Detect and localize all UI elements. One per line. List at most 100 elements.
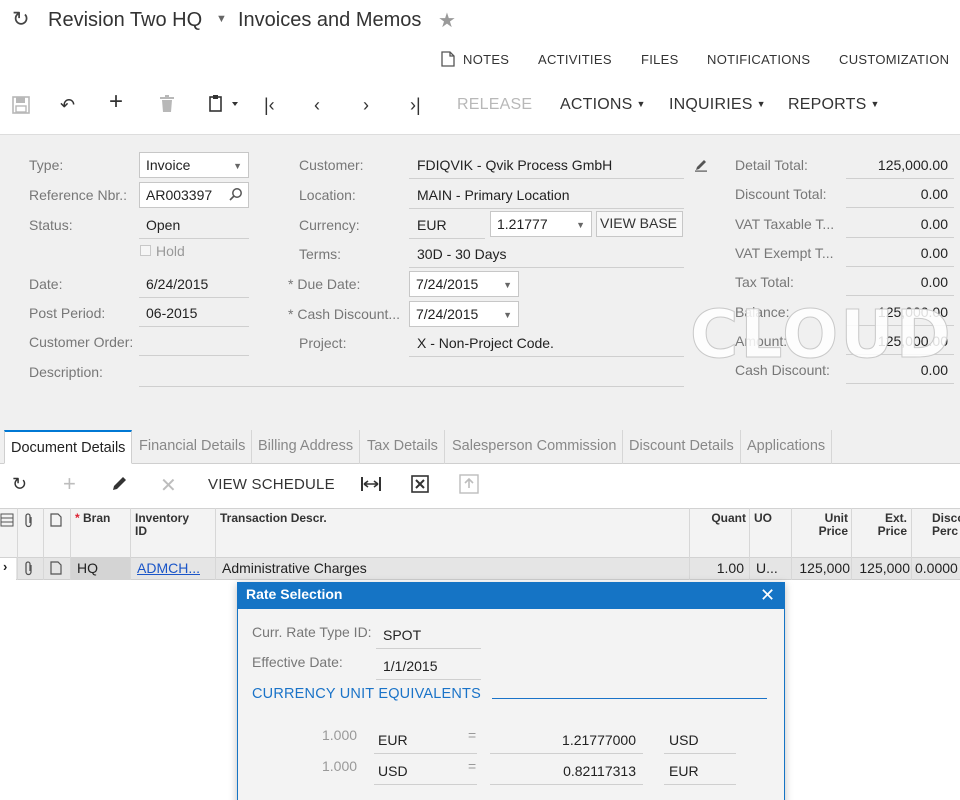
effective-date-value[interactable]: 1/1/2015 [383, 658, 438, 674]
attachment-icon[interactable] [23, 513, 35, 531]
due-date-field[interactable]: 7/24/2015 ▼ [409, 271, 519, 297]
grid-edit-icon[interactable] [111, 476, 129, 495]
terms-value[interactable]: 30D - 30 Days [417, 246, 506, 262]
equiv-qty: 1.000 [322, 727, 358, 743]
column-header-ext-price[interactable]: Ext. Price [852, 512, 907, 538]
divider [846, 237, 954, 238]
tab-tax-details[interactable]: Tax Details [361, 430, 445, 464]
column-header-inventory-id-line-2: ID [135, 524, 147, 538]
actions-menu[interactable]: ACTIONS ▼ [560, 96, 646, 114]
copy-paste-icon[interactable] [208, 95, 238, 116]
fit-columns-icon[interactable] [360, 476, 382, 495]
upload-icon[interactable] [459, 474, 479, 497]
column-header-unit-price-line-2: Price [818, 524, 848, 538]
chevron-down-icon: ▼ [576, 220, 585, 230]
notifications-link[interactable]: NOTIFICATIONS [707, 52, 810, 67]
detail-total-value: 125,000.00 [877, 157, 948, 173]
reports-menu[interactable]: REPORTS ▼ [788, 96, 880, 114]
inquiries-menu[interactable]: INQUIRIES ▼ [669, 96, 766, 114]
status-label: Status: [29, 217, 73, 233]
notes-icon[interactable] [441, 51, 455, 67]
column-header-branch[interactable]: * Bran [75, 512, 110, 525]
column-header-quantity[interactable]: Quant [690, 512, 746, 525]
edit-pencil-icon[interactable] [694, 158, 708, 175]
chevron-down-icon[interactable]: ▼ [216, 13, 227, 25]
location-value[interactable]: MAIN - Primary Location [417, 187, 569, 203]
project-value[interactable]: X - Non-Project Code. [417, 335, 554, 351]
tab-discount-details[interactable]: Discount Details [623, 430, 741, 464]
export-excel-icon[interactable] [411, 475, 429, 496]
required-marker: * [75, 511, 80, 525]
undo-icon[interactable]: ↶ [60, 94, 75, 116]
divider [846, 178, 954, 179]
currency-unit-equivalents-heading: CURRENCY UNIT EQUIVALENTS [252, 686, 481, 702]
cell-uom[interactable]: U... [756, 560, 778, 576]
customer-order-label: Customer Order: [29, 334, 134, 350]
type-select[interactable]: Invoice ▼ [139, 152, 249, 178]
add-icon[interactable]: + [109, 90, 123, 114]
column-header-discount-percent[interactable]: DiscoPerc [932, 512, 960, 538]
row-expand-icon[interactable]: › [3, 559, 7, 574]
cell-inventory-id[interactable]: ADMCH... [137, 560, 200, 576]
column-header-discount-percent-line-1: Disco [932, 511, 960, 525]
favorite-star-icon[interactable]: ★ [438, 8, 456, 33]
row-attachment-icon[interactable] [23, 561, 35, 579]
save-icon[interactable] [12, 96, 30, 117]
tab-billing-address[interactable]: Billing Address [252, 430, 361, 464]
cell-ext-price[interactable]: 125,000 [852, 560, 910, 576]
company-selector[interactable]: Revision Two HQ [48, 9, 202, 32]
cell-branch[interactable]: HQ [77, 560, 98, 576]
last-record-icon[interactable]: ›| [410, 94, 421, 116]
tab-financial-details[interactable]: Financial Details [133, 430, 253, 464]
currency-value[interactable]: EUR [417, 217, 447, 233]
next-record-icon[interactable]: › [363, 94, 369, 116]
column-header-uom[interactable]: UO [754, 512, 772, 525]
grid-refresh-icon[interactable]: ↻ [12, 474, 27, 495]
hold-checkbox[interactable] [140, 245, 151, 256]
release-button[interactable]: RELEASE [457, 96, 532, 114]
tab-salesperson-commission[interactable]: Salesperson Commission [446, 430, 624, 464]
notes-link[interactable]: NOTES [463, 52, 509, 67]
files-link[interactable]: FILES [641, 52, 679, 67]
post-period-value[interactable]: 06-2015 [146, 305, 197, 321]
customer-value[interactable]: FDIQVIK - Qvik Process GmbH [417, 157, 612, 173]
tab-applications[interactable]: Applications [741, 430, 833, 464]
column-header-branch-text: Bran [83, 511, 111, 525]
column-header-transaction-descr[interactable]: Transaction Descr. [220, 512, 327, 525]
equiv-rate-value[interactable]: 0.82117313 [492, 763, 636, 779]
search-icon[interactable] [229, 187, 243, 204]
row-selector-icon[interactable] [0, 513, 14, 530]
delete-icon[interactable] [159, 95, 175, 116]
currency-rate-select[interactable]: 1.21777 ▼ [490, 211, 592, 237]
row-note-icon[interactable] [50, 561, 62, 578]
cell-unit-price[interactable]: 125,000 [792, 560, 850, 576]
equiv-rate-value[interactable]: 1.21777000 [492, 732, 636, 748]
chevron-down-icon: ▼ [503, 310, 512, 320]
column-header-unit-price[interactable]: Unit Price [792, 512, 848, 538]
reference-nbr-field[interactable]: AR003397 [139, 182, 249, 208]
required-marker: * [288, 276, 294, 292]
view-base-button[interactable]: VIEW BASE [596, 211, 683, 237]
customization-link[interactable]: CUSTOMIZATION [839, 52, 949, 67]
date-value[interactable]: 6/24/2015 [146, 276, 208, 292]
cell-quantity[interactable]: 1.00 [690, 560, 744, 576]
chevron-down-icon: ▼ [756, 99, 766, 109]
close-icon[interactable]: ✕ [760, 585, 775, 606]
divider [846, 207, 954, 208]
grid-delete-icon[interactable]: ✕ [160, 473, 177, 498]
refresh-icon[interactable]: ↻ [12, 9, 34, 31]
first-record-icon[interactable]: |‹ [264, 94, 275, 116]
grid-add-icon[interactable]: + [63, 471, 76, 497]
tab-document-details[interactable]: Document Details [4, 430, 133, 464]
previous-record-icon[interactable]: ‹ [314, 94, 320, 116]
divider [139, 238, 249, 239]
view-schedule-button[interactable]: VIEW SCHEDULE [208, 476, 335, 493]
divider [376, 679, 481, 680]
note-icon[interactable] [50, 513, 62, 530]
cell-discount-percent[interactable]: 0.0000 [915, 560, 958, 576]
cash-discount-date-field[interactable]: 7/24/2015 ▼ [409, 301, 519, 327]
column-header-inventory-id[interactable]: Inventory ID [135, 512, 189, 538]
cell-transaction-descr[interactable]: Administrative Charges [222, 560, 367, 576]
activities-link[interactable]: ACTIVITIES [538, 52, 612, 67]
rate-type-value[interactable]: SPOT [383, 627, 421, 643]
